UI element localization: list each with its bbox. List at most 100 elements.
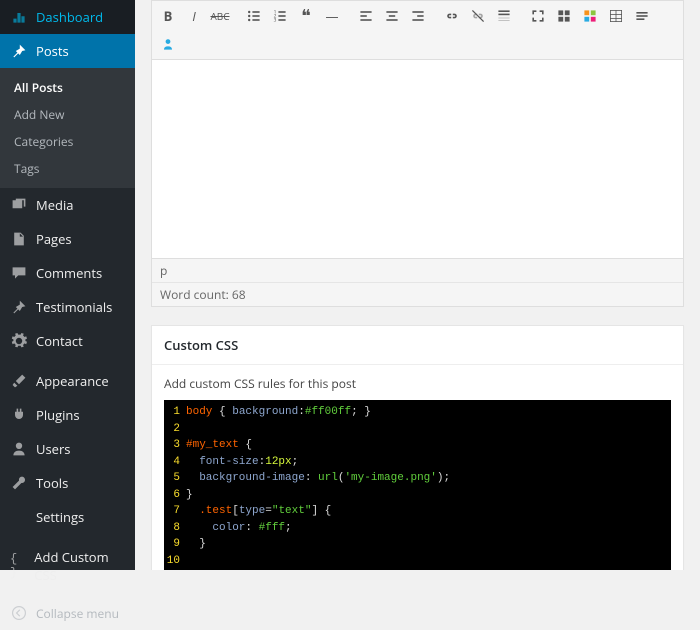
- editor-content-area[interactable]: [151, 59, 684, 259]
- sidebar-item-testimonials[interactable]: Testimonials: [0, 290, 135, 324]
- line-content[interactable]: font-size:12px;: [186, 454, 671, 471]
- sidebar-item-users[interactable]: Users: [0, 432, 135, 466]
- code-line[interactable]: 2: [164, 421, 671, 438]
- submenu-categories[interactable]: Categories: [0, 128, 135, 155]
- braces-icon: { }: [10, 557, 26, 575]
- bullet-list-button[interactable]: [242, 3, 266, 29]
- editor-element-path[interactable]: p: [152, 259, 683, 283]
- line-number: 5: [164, 470, 186, 487]
- comment-icon: [10, 264, 28, 282]
- custom-css-panel: Custom CSS Add custom CSS rules for this…: [151, 325, 684, 570]
- line-content[interactable]: body { background:#ff00ff; }: [186, 404, 671, 421]
- bold-button[interactable]: B: [156, 3, 180, 29]
- align-left-button[interactable]: [354, 3, 378, 29]
- toolbar-toggle-button[interactable]: [552, 3, 576, 29]
- line-content[interactable]: }: [186, 536, 671, 553]
- sidebar-item-tools[interactable]: Tools: [0, 466, 135, 500]
- collapse-icon: [10, 604, 28, 622]
- page-icon: [10, 230, 28, 248]
- code-line[interactable]: 3#my_text {: [164, 437, 671, 454]
- editor-toolbar: B I ABC 123 ❝ —: [151, 0, 684, 59]
- line-content[interactable]: }: [186, 487, 671, 504]
- line-content[interactable]: color: #fff;: [186, 520, 671, 537]
- line-content[interactable]: #my_text {: [186, 437, 671, 454]
- dashboard-icon: [10, 8, 28, 26]
- table-button[interactable]: [604, 3, 628, 29]
- hr-button[interactable]: —: [320, 3, 344, 29]
- link-button[interactable]: [440, 3, 464, 29]
- number-list-button[interactable]: 123: [268, 3, 292, 29]
- sidebar-item-contact[interactable]: Contact: [0, 324, 135, 358]
- user-icon: [10, 440, 28, 458]
- sidebar-label: Media: [36, 196, 73, 214]
- fullscreen-button[interactable]: [526, 3, 550, 29]
- code-line[interactable]: 1body { background:#ff00ff; }: [164, 404, 671, 421]
- unlink-button[interactable]: [466, 3, 490, 29]
- brush-icon: [10, 372, 28, 390]
- sidebar-item-comments[interactable]: Comments: [0, 256, 135, 290]
- sidebar-item-media[interactable]: Media: [0, 188, 135, 222]
- user-shortcode-button[interactable]: [156, 31, 180, 57]
- line-number: 10: [164, 553, 186, 570]
- line-number: 3: [164, 437, 186, 454]
- plug-icon: [10, 406, 28, 424]
- line-content[interactable]: background-image: url('my-image.png');: [186, 470, 671, 487]
- gear-icon: [10, 332, 28, 350]
- align-right-button[interactable]: [406, 3, 430, 29]
- line-content[interactable]: [186, 553, 671, 570]
- insert-more-button[interactable]: [492, 3, 516, 29]
- shortcode-button[interactable]: [578, 3, 602, 29]
- pin-icon: [10, 42, 28, 60]
- sidebar-item-plugins[interactable]: Plugins: [0, 398, 135, 432]
- submenu-tags[interactable]: Tags: [0, 155, 135, 182]
- code-line[interactable]: 7 .test[type="text"] {: [164, 503, 671, 520]
- code-line[interactable]: 6}: [164, 487, 671, 504]
- line-number: 6: [164, 487, 186, 504]
- sidebar-item-posts[interactable]: Posts: [0, 34, 135, 68]
- sidebar-item-settings[interactable]: Settings: [0, 500, 135, 534]
- code-line[interactable]: 5 background-image: url('my-image.png');: [164, 470, 671, 487]
- sidebar-item-pages[interactable]: Pages: [0, 222, 135, 256]
- italic-button[interactable]: I: [182, 3, 206, 29]
- line-number: 2: [164, 421, 186, 438]
- css-code-editor[interactable]: 1body { background:#ff00ff; }2 3#my_text…: [164, 400, 671, 570]
- line-number: 1: [164, 404, 186, 421]
- wrench-icon: [10, 474, 28, 492]
- line-content[interactable]: [186, 421, 671, 438]
- line-content[interactable]: .test[type="text"] {: [186, 503, 671, 520]
- media-icon: [10, 196, 28, 214]
- pin-icon: [10, 298, 28, 316]
- submenu-all-posts[interactable]: All Posts: [0, 74, 135, 101]
- code-line[interactable]: 10: [164, 553, 671, 570]
- svg-text:3: 3: [274, 18, 277, 24]
- code-line[interactable]: 4 font-size:12px;: [164, 454, 671, 471]
- posts-submenu: All Posts Add New Categories Tags: [0, 68, 135, 188]
- sidebar-label: Posts: [36, 42, 69, 60]
- strikethrough-button[interactable]: ABC: [208, 3, 232, 29]
- panel-title: Custom CSS: [152, 326, 683, 365]
- code-line[interactable]: 8 color: #fff;: [164, 520, 671, 537]
- line-number: 4: [164, 454, 186, 471]
- sidebar-label: Pages: [36, 230, 72, 248]
- collapse-menu[interactable]: Collapse menu: [0, 596, 135, 630]
- collapse-label: Collapse menu: [36, 605, 119, 622]
- submenu-add-new[interactable]: Add New: [0, 101, 135, 128]
- sidebar-label: Comments: [36, 264, 102, 282]
- line-number: 9: [164, 536, 186, 553]
- sidebar-label: Dashboard: [36, 8, 103, 26]
- sidebar-label: Testimonials: [36, 298, 112, 316]
- sidebar-label: Tools: [36, 474, 68, 492]
- word-count: Word count: 68: [152, 283, 683, 306]
- sidebar-label: Appearance: [36, 372, 109, 390]
- blockquote-button[interactable]: ❝: [294, 3, 318, 29]
- editor-status-bar: p Word count: 68: [151, 259, 684, 307]
- sidebar-item-add-custom-css[interactable]: { } Add Custom CSS: [0, 540, 135, 592]
- code-line[interactable]: 9 }: [164, 536, 671, 553]
- sidebar-label: Settings: [36, 508, 84, 526]
- sidebar-label: Add Custom CSS: [34, 548, 125, 584]
- admin-sidebar: Dashboard Posts All Posts Add New Catego…: [0, 0, 135, 570]
- sidebar-item-appearance[interactable]: Appearance: [0, 364, 135, 398]
- align-center-button[interactable]: [380, 3, 404, 29]
- sidebar-item-dashboard[interactable]: Dashboard: [0, 0, 135, 34]
- wpview-button[interactable]: [630, 3, 654, 29]
